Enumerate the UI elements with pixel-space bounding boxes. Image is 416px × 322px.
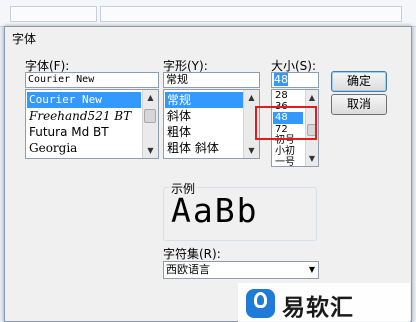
style-input[interactable]: 常规: [163, 72, 260, 88]
highlight-box: [255, 106, 317, 140]
size-item[interactable]: 28: [273, 90, 288, 101]
scroll-down-icon[interactable]: ▼: [143, 143, 158, 158]
font-input[interactable]: Courier New: [25, 72, 159, 88]
size-item[interactable]: 一号: [273, 157, 295, 166]
size-item[interactable]: 小初: [273, 146, 295, 157]
ok-button[interactable]: 确定: [331, 71, 387, 92]
scroll-down-icon[interactable]: ▼: [244, 143, 259, 158]
scroll-down-icon[interactable]: ▼: [306, 151, 318, 166]
scroll-up-icon[interactable]: ▲: [143, 90, 158, 105]
chevron-down-icon: ▼: [308, 265, 315, 274]
background-window: [0, 0, 416, 27]
charset-label: 字符集(R):: [163, 247, 221, 261]
font-dialog: 字体 字体(F): 字形(Y): 大小(S): Courier New 常规 4…: [4, 26, 412, 322]
scroll-thumb[interactable]: [144, 109, 156, 123]
style-item-italic[interactable]: 斜体: [165, 108, 191, 124]
scroll-up-icon[interactable]: ▲: [306, 90, 318, 105]
size-input-value: 48: [274, 73, 288, 86]
scroll-up-icon[interactable]: ▲: [244, 90, 259, 105]
background-field: [100, 6, 402, 22]
font-list[interactable]: Courier New Freehand521 BT Futura Md BT …: [25, 89, 159, 159]
font-item-courier-new[interactable]: Courier New: [27, 92, 141, 108]
style-list[interactable]: 常规 斜体 粗体 粗体 斜体 ▲ ▼: [163, 89, 260, 159]
dialog-title: 字体: [12, 32, 37, 46]
font-item-futura[interactable]: Futura Md BT: [27, 124, 109, 140]
size-input[interactable]: 48: [271, 72, 319, 88]
watermark-logo: 易软汇: [238, 283, 410, 322]
charset-select[interactable]: 西欧语言 ▼: [163, 261, 319, 279]
background-field: [10, 6, 97, 22]
charset-value: 西欧语言: [166, 263, 210, 276]
style-item-bold[interactable]: 粗体: [165, 124, 191, 140]
sample-text: AaBb: [171, 191, 259, 230]
brand-icon: [246, 289, 275, 318]
watermark-text: 易软汇: [282, 295, 354, 321]
font-list-scrollbar[interactable]: ▲ ▼: [142, 90, 158, 158]
title-bar[interactable]: 字体: [5, 27, 411, 49]
font-item-freehand[interactable]: Freehand521 BT: [27, 108, 131, 124]
style-item-regular[interactable]: 常规: [165, 92, 243, 108]
cancel-button[interactable]: 取消: [331, 94, 387, 115]
font-item-georgia[interactable]: Georgia: [27, 140, 77, 156]
style-item-bold-italic[interactable]: 粗体 斜体: [165, 140, 219, 156]
